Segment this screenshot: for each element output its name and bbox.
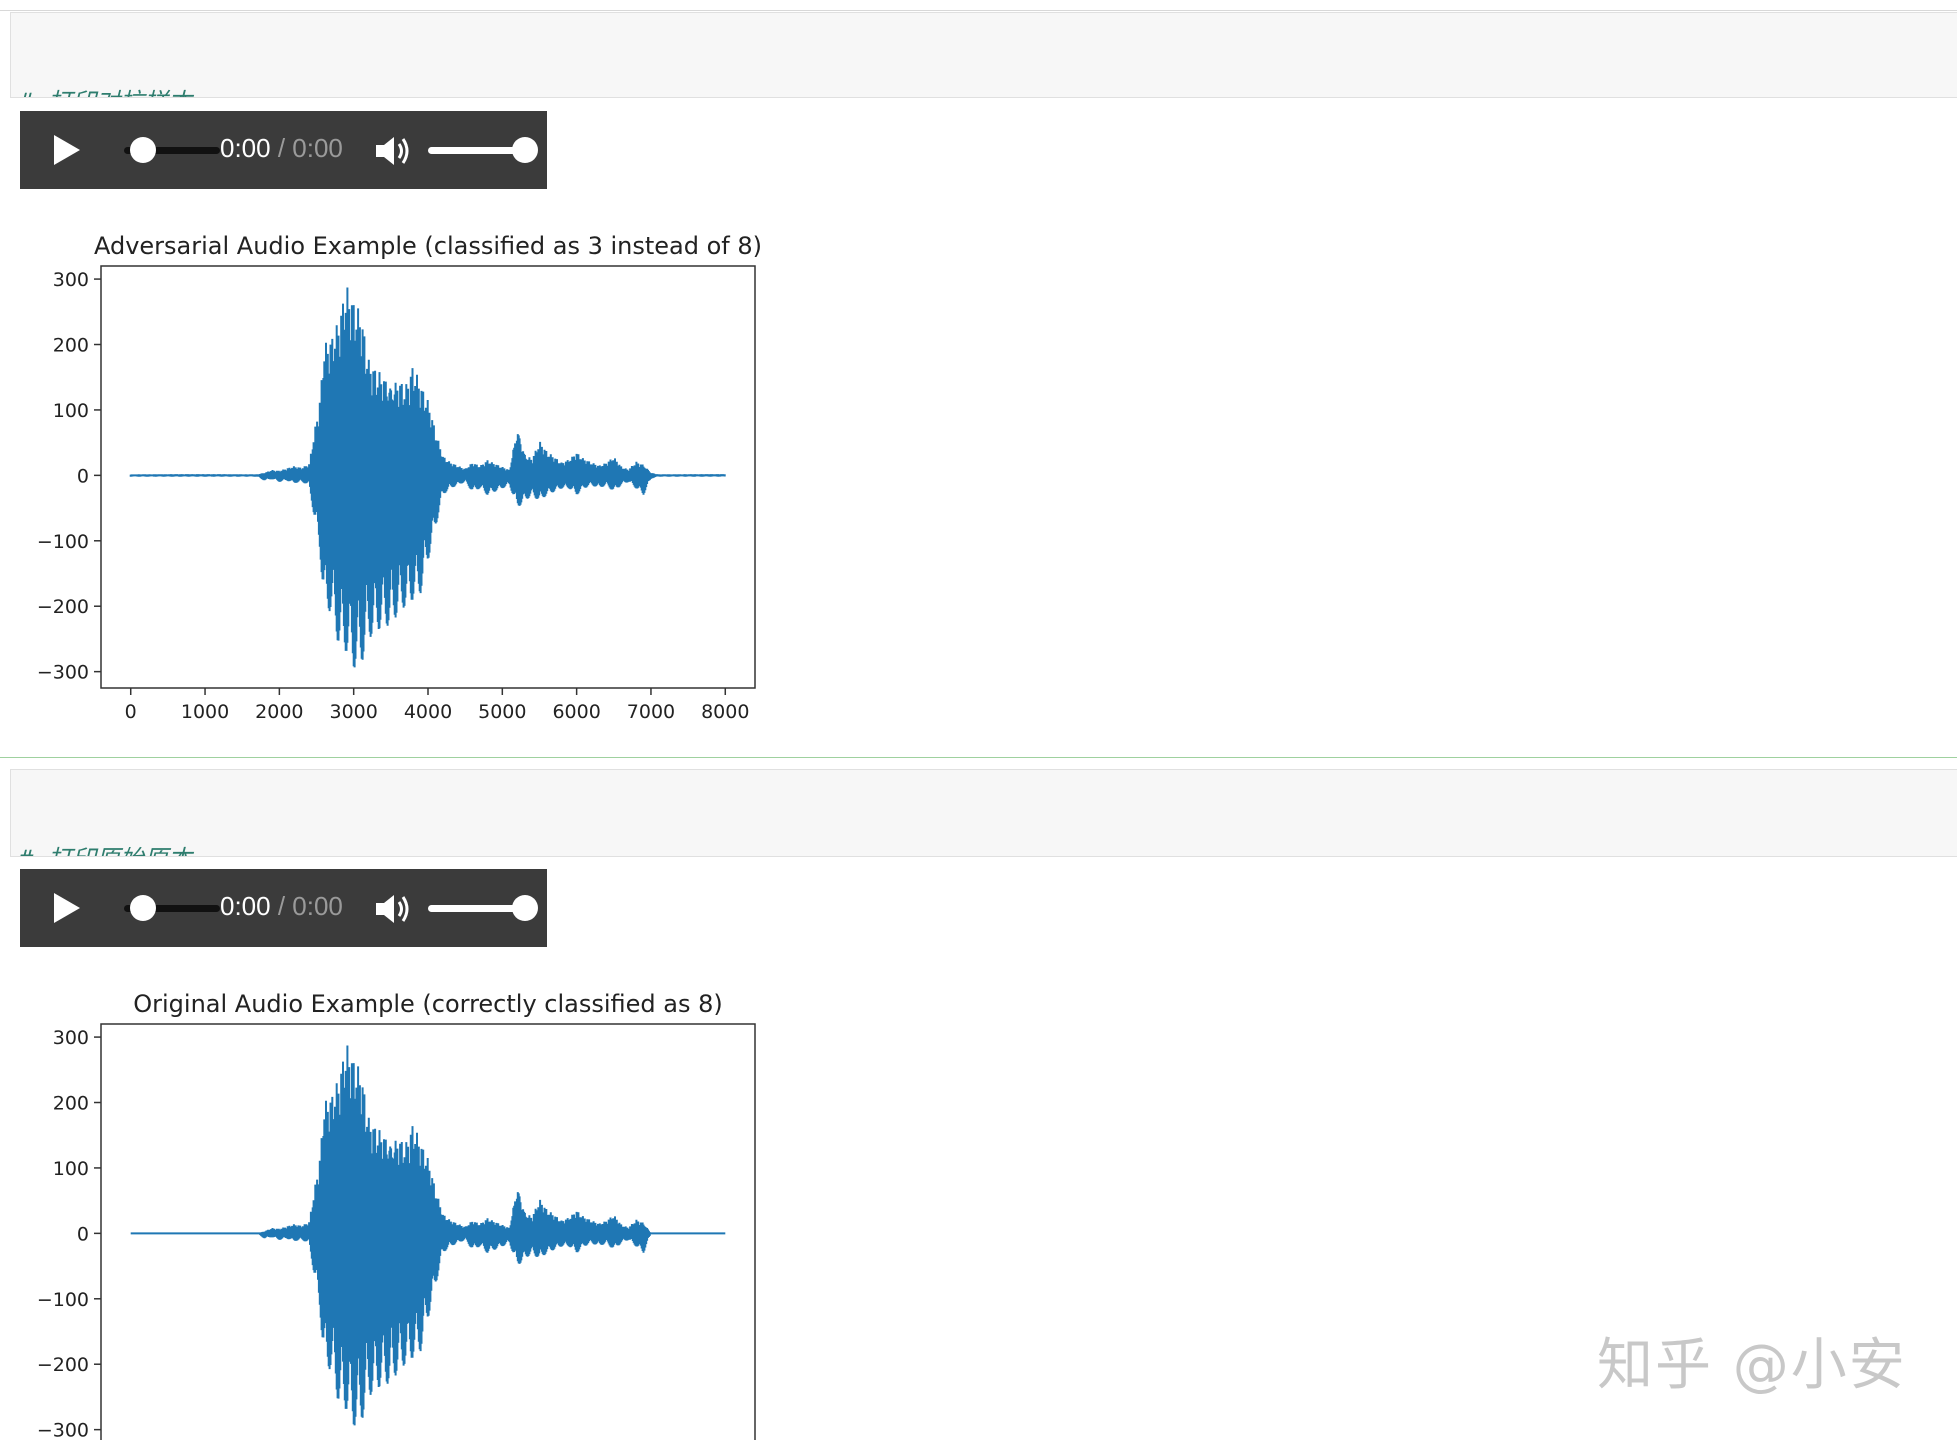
y-tick-label: −200 [37, 596, 89, 618]
watermark: 知乎 @小安 [1597, 1333, 1907, 1398]
y-tick-label: 100 [53, 400, 89, 422]
y-tick-label: −300 [37, 1420, 89, 1440]
x-tick-label: 7000 [627, 701, 675, 723]
x-tick-label: 5000 [478, 701, 526, 723]
time-current-value: 0:00 [220, 891, 271, 921]
y-tick-label: −100 [37, 1289, 89, 1311]
time-separator: / [270, 133, 293, 163]
x-tick-label: 2000 [255, 701, 303, 723]
waveform-chart-adversarial: Adversarial Audio Example (classified as… [37, 232, 762, 723]
waveform-series [130, 1045, 726, 1426]
cell-top-border [0, 10, 1957, 11]
y-tick-label: 200 [53, 1093, 89, 1115]
waveform-chart-original: Original Audio Example (correctly classi… [37, 990, 756, 1440]
audio-player-2[interactable]: 0:00 / 0:00 [20, 869, 547, 947]
chart-title: Original Audio Example (correctly classi… [133, 990, 723, 1018]
play-icon[interactable] [54, 135, 80, 165]
volume-icon[interactable] [374, 891, 412, 927]
volume-handle[interactable] [512, 895, 538, 921]
volume-handle[interactable] [512, 137, 538, 163]
volume-slider[interactable] [428, 905, 520, 912]
volume-icon[interactable] [374, 133, 412, 169]
x-tick-label: 1000 [181, 701, 229, 723]
y-tick-label: 100 [53, 1158, 89, 1180]
x-tick-label: 3000 [330, 701, 378, 723]
seek-handle[interactable] [130, 137, 156, 163]
x-tick-label: 0 [125, 701, 137, 723]
waveform-series [129, 287, 726, 668]
y-tick-label: 300 [53, 269, 89, 291]
code-comment: # 打印原始原本 [19, 842, 1957, 856]
time-separator: / [270, 891, 293, 921]
y-tick-label: −200 [37, 1354, 89, 1376]
y-tick-label: −100 [37, 531, 89, 553]
code-cell-input-2[interactable]: # 打印原始原本 display_waveform(waveform.numpy… [10, 769, 1957, 857]
time-total: 0:00 [292, 133, 343, 163]
chart-title: Adversarial Audio Example (classified as… [94, 232, 762, 260]
code-comment: # 打印对抗样本 [19, 85, 1957, 97]
time-current: 0:00 / 0:00 [220, 891, 343, 922]
y-tick-label: 0 [77, 1223, 89, 1245]
seek-handle[interactable] [130, 895, 156, 921]
x-tick-label: 8000 [701, 701, 749, 723]
time-total: 0:00 [292, 891, 343, 921]
y-tick-label: 200 [53, 335, 89, 357]
y-tick-label: 300 [53, 1027, 89, 1049]
y-tick-label: −300 [37, 662, 89, 684]
y-tick-label: 0 [77, 465, 89, 487]
time-current-value: 0:00 [220, 133, 271, 163]
x-tick-label: 6000 [552, 701, 600, 723]
cell-separator [0, 757, 1957, 758]
play-icon[interactable] [54, 893, 80, 923]
volume-slider[interactable] [428, 147, 520, 154]
code-cell-input-1[interactable]: # 打印对抗样本 display_waveform(adv_waveform[0… [10, 12, 1957, 98]
audio-player-1[interactable]: 0:00 / 0:00 [20, 111, 547, 189]
x-tick-label: 4000 [404, 701, 452, 723]
time-current: 0:00 / 0:00 [220, 133, 343, 164]
